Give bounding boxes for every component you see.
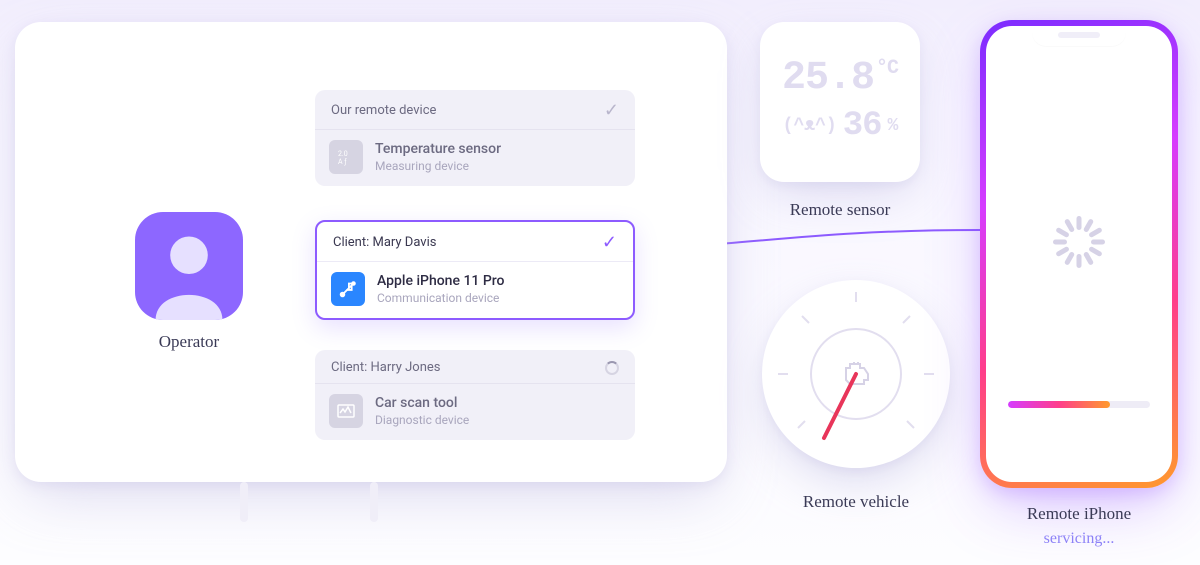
device-type: Measuring device (375, 159, 501, 173)
diagnostic-icon (329, 394, 363, 428)
temperature-display: 25.8°C (782, 59, 898, 99)
progress-fill (1008, 401, 1110, 408)
humidity-value: 36 (843, 107, 882, 145)
phone-screen (986, 26, 1172, 482)
panel-leg (240, 482, 248, 522)
remote-phone-frame (980, 20, 1178, 488)
svg-text:A ƒ: A ƒ (338, 158, 347, 166)
operator-avatar (135, 212, 243, 320)
remote-vehicle-gauge (762, 280, 950, 468)
humidity-unit: % (888, 116, 898, 136)
panel-leg (370, 482, 378, 522)
check-icon: ✓ (604, 100, 619, 121)
card-header-label: Client: Harry Jones (331, 360, 441, 375)
device-name: Car scan tool (375, 395, 469, 411)
device-card-iphone[interactable]: Client: Mary Davis ✓ Apple iPhone 11 Pro… (315, 220, 635, 320)
phone-label: Remote iPhone (980, 504, 1178, 524)
check-icon: ✓ (602, 232, 617, 253)
device-card-car-scan[interactable]: Client: Harry Jones Car scan tool Diagno… (315, 350, 635, 440)
phone-notch (1032, 26, 1126, 46)
operator-panel: Operator Our remote device ✓ 2.0A ƒ Temp… (15, 22, 727, 482)
temperature-value: 25.8 (782, 56, 874, 101)
card-header-label: Our remote device (331, 103, 436, 118)
card-header-label: Client: Mary Davis (333, 235, 436, 250)
progress-bar (1008, 401, 1150, 408)
sensor-label: Remote sensor (760, 200, 920, 220)
phone-status: servicing... (980, 530, 1178, 548)
vehicle-label: Remote vehicle (762, 492, 950, 512)
device-type: Diagnostic device (375, 413, 469, 427)
loading-spinner-icon (1053, 216, 1105, 268)
gauge-ticks-icon (762, 280, 950, 468)
temperature-unit: °C (876, 57, 898, 80)
loading-spinner-icon (605, 361, 619, 375)
svg-text:2.0: 2.0 (338, 150, 348, 158)
device-type: Communication device (377, 291, 505, 305)
operator-label: Operator (135, 332, 243, 352)
face-icon: (^ᴥ^) (783, 116, 837, 136)
device-card-temperature[interactable]: Our remote device ✓ 2.0A ƒ Temperature s… (315, 90, 635, 186)
thermometer-icon: 2.0A ƒ (329, 140, 363, 174)
person-icon (147, 226, 231, 320)
device-name: Apple iPhone 11 Pro (377, 273, 505, 289)
device-name: Temperature sensor (375, 141, 501, 157)
remote-sensor-device: 25.8°C (^ᴥ^) 36% (760, 22, 920, 182)
usb-icon (331, 272, 365, 306)
humidity-display: (^ᴥ^) 36% (783, 107, 898, 145)
